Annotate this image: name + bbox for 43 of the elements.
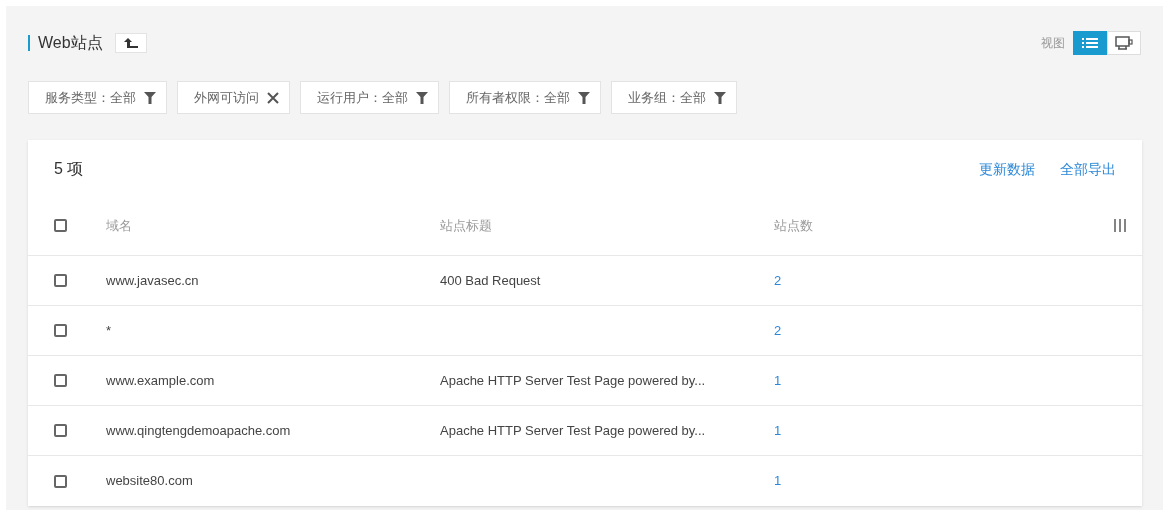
table-cell: www.javasec.cn (106, 272, 199, 288)
site-count-link[interactable]: 1 (774, 473, 782, 489)
monitor-icon (1115, 36, 1133, 50)
table-cell: website80.com (106, 473, 193, 489)
site-count-link[interactable]: 1 (774, 372, 782, 388)
upload-button[interactable] (114, 33, 147, 53)
columns-icon[interactable] (1114, 219, 1126, 232)
checkbox[interactable] (54, 474, 67, 488)
table-cell: * (106, 322, 112, 338)
page-title: Web站点 (38, 33, 103, 53)
checkbox[interactable] (54, 274, 67, 287)
action-link[interactable]: 全部导出 (1060, 158, 1116, 180)
checkbox[interactable] (54, 374, 67, 387)
table-cell: www.qingtengdemoapache.com (106, 422, 291, 438)
checkbox[interactable] (54, 219, 67, 232)
view-toggle[interactable] (1073, 31, 1107, 55)
filter-chip[interactable]: 外网可访问 (177, 81, 290, 114)
checkbox[interactable] (54, 424, 67, 437)
filter-icon (144, 91, 156, 104)
filter-icon (578, 91, 590, 104)
table-cell: 400 Bad Request (440, 272, 541, 288)
filter-icon (714, 91, 726, 104)
table-cell: Apache HTTP Server Test Page powered by... (440, 422, 706, 438)
column-header: 站点数 (774, 217, 813, 233)
upload-icon (122, 37, 139, 49)
column-header: 站点标题 (440, 217, 492, 233)
filter-icon (416, 91, 428, 104)
column-header: 域名 (106, 217, 132, 233)
filter-chip[interactable]: 运行用户：全部 (300, 81, 439, 114)
table-cell: www.example.com (106, 372, 215, 388)
view-label: 视图 (1041, 35, 1065, 52)
site-count-link[interactable]: 2 (774, 272, 782, 288)
close-icon (267, 91, 279, 104)
item-count: 5 项 (54, 159, 84, 179)
checkbox[interactable] (54, 324, 67, 337)
filter-chip[interactable]: 服务类型：全部 (28, 81, 167, 114)
filter-chip[interactable]: 所有者权限：全部 (449, 81, 601, 114)
site-count-link[interactable]: 2 (774, 322, 782, 338)
table-cell: Apache HTTP Server Test Page powered by... (440, 372, 706, 388)
list-icon (1082, 37, 1098, 49)
action-link[interactable]: 更新数据 (979, 158, 1035, 180)
filter-chip[interactable]: 业务组：全部 (611, 81, 737, 114)
site-count-link[interactable]: 1 (774, 422, 782, 438)
